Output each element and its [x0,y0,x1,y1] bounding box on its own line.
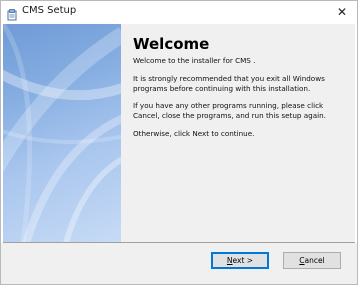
close-icon[interactable]: ✕ [327,1,357,23]
window-title: CMS Setup [22,5,77,16]
swirl-graphic [3,24,121,242]
next-instructions-text: Otherwise, click Next to continue. [133,129,255,138]
page-title: Welcome [133,35,210,53]
setup-app-icon [7,6,18,21]
cancel-button[interactable]: Cancel [283,252,341,269]
content-panel: Welcome Welcome to the installer for CMS… [121,24,355,242]
button-bar: Next > Cancel [1,243,357,284]
exit-programs-text: It is strongly recommended that you exit… [133,74,325,93]
cancel-label-rest: ancel [304,256,325,265]
next-button[interactable]: Next > [211,252,269,269]
setup-window: CMS Setup ✕ Welcome Welcome to the insta… [0,0,358,285]
banner-image [3,24,121,242]
title-bar[interactable]: CMS Setup ✕ [1,1,357,23]
next-label-rest: ext > [232,256,254,265]
cancel-instructions-text: If you have any other programs running, … [133,101,326,120]
welcome-text: Welcome to the installer for CMS . [133,56,256,65]
